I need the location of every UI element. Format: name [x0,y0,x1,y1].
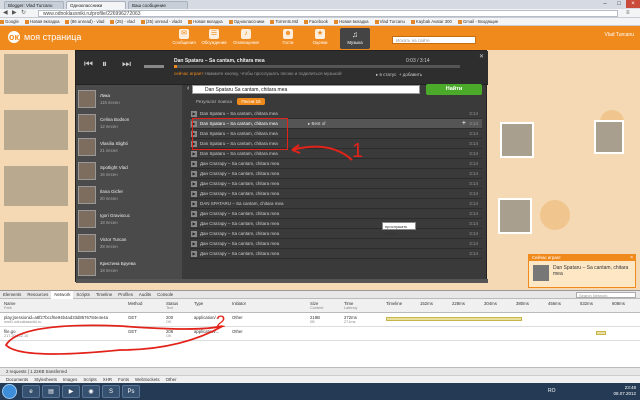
annotation-circle-2 [4,324,224,355]
annotation-number-2: 2 [216,312,226,331]
annotation-arrow-1 [291,145,353,161]
annotation-number-1: 1 [352,140,364,162]
annotation-arrows [4,144,353,355]
